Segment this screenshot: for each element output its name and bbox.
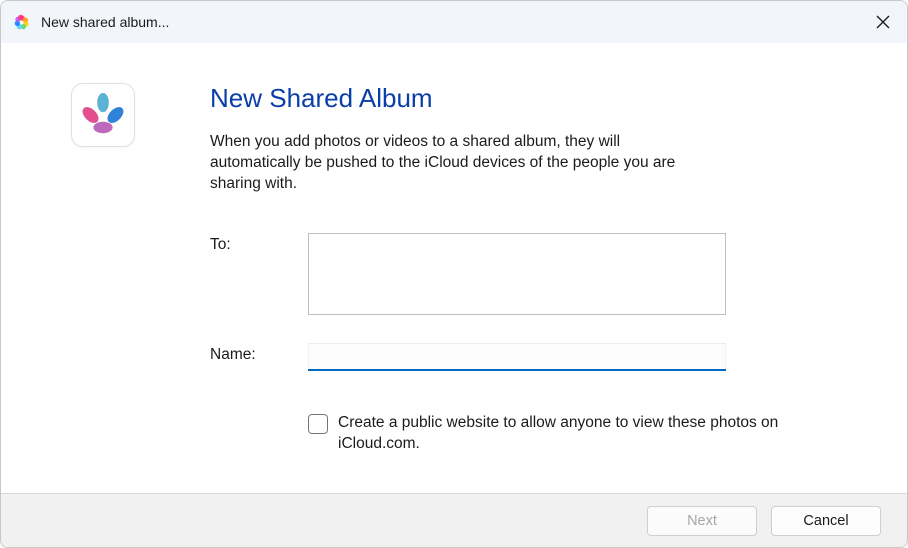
to-input[interactable] — [308, 233, 726, 315]
dialog-footer: Next Cancel — [1, 493, 907, 547]
close-icon — [876, 15, 890, 29]
next-button[interactable]: Next — [647, 506, 757, 536]
dialog-description: When you add photos or videos to a share… — [210, 132, 680, 195]
name-row: Name: — [210, 343, 847, 371]
public-website-label[interactable]: Create a public website to allow anyone … — [338, 413, 828, 455]
photos-app-icon-large — [71, 83, 135, 147]
titlebar: New shared album... — [1, 1, 907, 43]
photos-app-icon-small — [13, 13, 31, 31]
name-input[interactable] — [308, 343, 726, 371]
close-button[interactable] — [859, 1, 907, 43]
name-label: Name: — [210, 343, 308, 371]
cancel-button[interactable]: Cancel — [771, 506, 881, 536]
window-title: New shared album... — [41, 14, 169, 30]
to-label: To: — [210, 233, 308, 315]
dialog-heading: New Shared Album — [210, 83, 847, 114]
public-website-row: Create a public website to allow anyone … — [308, 413, 828, 455]
public-website-checkbox[interactable] — [308, 414, 328, 434]
main-column: New Shared Album When you add photos or … — [210, 83, 847, 473]
dialog-window: New shared album... — [0, 0, 908, 548]
to-row: To: — [210, 233, 847, 315]
dialog-content: New Shared Album When you add photos or … — [1, 43, 907, 493]
